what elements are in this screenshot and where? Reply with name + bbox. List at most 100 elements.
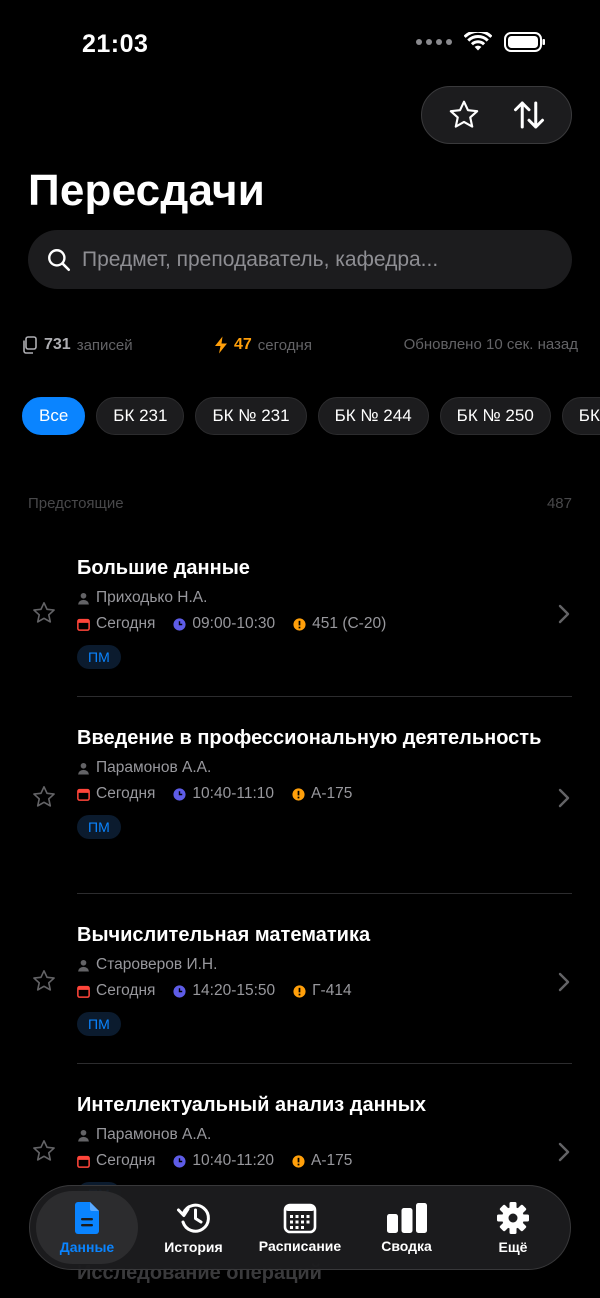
search-input[interactable] (82, 247, 542, 272)
section-header: Предстоящие 487 (28, 495, 572, 512)
favorites-button[interactable] (439, 90, 489, 140)
lightning-icon (215, 336, 227, 354)
header-actions (421, 86, 572, 144)
item-title: Интеллектуальный анализ данных (77, 1094, 426, 1116)
calendar-icon (77, 1155, 90, 1168)
chevron-right-icon (558, 604, 570, 624)
records-label: записей (76, 336, 133, 354)
location-icon (292, 787, 305, 801)
favorite-toggle[interactable] (30, 967, 58, 995)
list-item[interactable]: Большие данные Приходько Н.А. Сегодня 09… (0, 530, 600, 697)
wifi-icon (464, 32, 492, 51)
today-count: 47 (234, 336, 252, 353)
location-icon (293, 617, 306, 631)
today-stat: 47 сегодня (214, 336, 312, 354)
calendar-icon (77, 985, 90, 998)
search-bar[interactable] (28, 230, 572, 289)
tab-history[interactable]: История (143, 1191, 245, 1264)
history-clock-icon (176, 1203, 210, 1233)
list-item[interactable]: Вычислительная математика Староверов И.Н… (0, 894, 600, 1064)
today-label: сегодня (257, 336, 312, 354)
status-bar: 21:03 (0, 0, 600, 90)
section-count: 487 (546, 495, 572, 512)
bar-chart-icon (386, 1202, 427, 1233)
person-icon (78, 959, 89, 971)
records-count: 731 (44, 336, 71, 353)
item-room: А-175 (311, 785, 353, 802)
item-teacher: Староверов И.Н. (96, 956, 218, 973)
item-date: Сегодня (96, 1152, 156, 1169)
filter-chip[interactable]: БК № 244 (317, 397, 429, 435)
person-icon (78, 1129, 89, 1141)
tab-bar: Данные История Расписание Сводка Ещё (29, 1185, 571, 1270)
item-tag: ПМ (77, 1012, 121, 1036)
clock-icon (173, 617, 186, 631)
item-teacher-row: Парамонов А.А. (77, 1122, 572, 1148)
list-item[interactable]: Введение в профессиональную деятельность… (0, 697, 600, 894)
item-title: Введение в профессиональную деятельность (77, 727, 542, 749)
item-schedule-row: Сегодня 10:40-11:10 А-175 (77, 781, 572, 807)
item-tag: ПМ (77, 645, 121, 669)
tab-more[interactable]: Ещё (462, 1191, 564, 1264)
item-room: А-175 (311, 1152, 353, 1169)
tab-summary[interactable]: Сводка (356, 1191, 458, 1264)
item-time: 14:20-15:50 (192, 982, 276, 999)
filter-chip[interactable]: БК № 2 (561, 397, 600, 435)
chevron-right-icon (558, 788, 570, 808)
item-date: Сегодня (96, 785, 156, 802)
document-icon (75, 1201, 99, 1234)
updated-label: Обновлено 10 сек. назад (403, 336, 578, 353)
chevron-right-icon (558, 1142, 570, 1162)
location-icon (293, 984, 306, 998)
item-title: Вычислительная математика (77, 924, 371, 946)
retake-list: Большие данные Приходько Н.А. Сегодня 09… (0, 530, 600, 1234)
item-schedule-row: Сегодня 14:20-15:50 Г-414 (77, 978, 572, 1004)
item-title: Большие данные (77, 557, 250, 579)
filter-chips: Все БК 231 БК № 231 БК № 244 БК № 250 БК № 2 (22, 397, 600, 435)
star-icon (450, 100, 479, 128)
clock-icon (173, 787, 186, 801)
tab-label: Расписание (258, 1237, 342, 1254)
filter-chip[interactable]: Все (22, 397, 86, 435)
item-room: 451 (С-20) (312, 615, 387, 632)
stats-row: 731 записей 47 сегодня Обновлено 10 сек.… (0, 336, 600, 356)
favorite-toggle[interactable] (30, 783, 58, 811)
clock-icon (173, 984, 186, 998)
filter-chip[interactable]: БК № 231 (195, 397, 307, 435)
person-icon (78, 592, 89, 604)
calendar-icon (283, 1203, 317, 1233)
item-teacher-row: Приходько Н.А. (77, 585, 572, 611)
chevron-right-icon (558, 972, 570, 992)
tab-data[interactable]: Данные (36, 1191, 138, 1264)
calendar-icon (77, 618, 90, 631)
star-outline-icon (33, 970, 55, 991)
favorite-toggle[interactable] (30, 599, 58, 627)
records-stat: 731 записей (22, 336, 133, 354)
item-teacher: Парамонов А.А. (96, 1126, 212, 1143)
filter-chip[interactable]: БК 231 (96, 397, 185, 435)
item-teacher: Парамонов А.А. (96, 759, 212, 776)
clock-icon (173, 1154, 186, 1168)
item-schedule-row: Сегодня 09:00-10:30 451 (С-20) (77, 611, 572, 637)
tab-schedule[interactable]: Расписание (249, 1191, 351, 1264)
sort-button[interactable] (504, 90, 554, 140)
item-time: 10:40-11:20 (192, 1152, 274, 1169)
item-date: Сегодня (96, 615, 156, 632)
filter-chip[interactable]: БК № 250 (439, 397, 551, 435)
star-outline-icon (33, 602, 55, 623)
tab-label: Данные (59, 1238, 115, 1255)
item-tag: ПМ (77, 815, 121, 839)
item-date: Сегодня (96, 982, 156, 999)
tab-label: История (164, 1238, 223, 1255)
search-icon (48, 248, 71, 271)
item-teacher-row: Староверов И.Н. (77, 952, 572, 978)
item-teacher: Приходько Н.А. (96, 589, 208, 606)
item-room: Г-414 (312, 982, 352, 999)
item-schedule-row: Сегодня 10:40-11:20 А-175 (77, 1148, 572, 1174)
documents-icon (23, 336, 37, 354)
status-indicators (416, 32, 546, 52)
tab-label: Ещё (498, 1238, 528, 1255)
item-time: 09:00-10:30 (192, 615, 276, 632)
gear-icon (497, 1201, 529, 1234)
favorite-toggle[interactable] (30, 1137, 58, 1165)
